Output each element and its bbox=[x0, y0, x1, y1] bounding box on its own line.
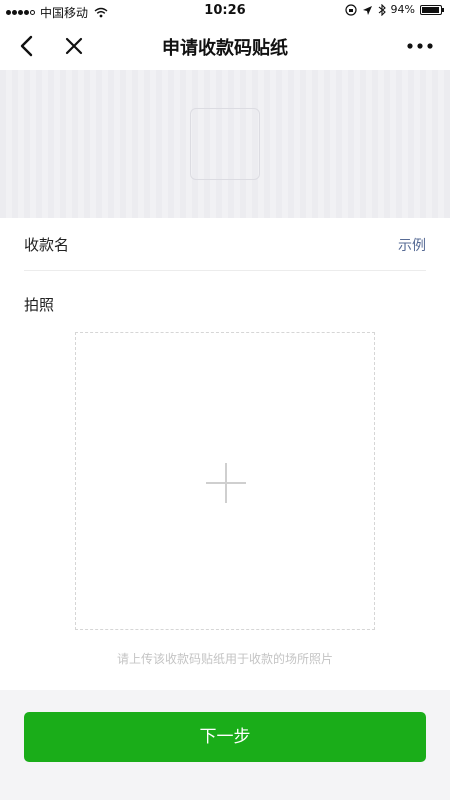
bottom-area bbox=[0, 762, 450, 800]
orientation-lock-icon bbox=[344, 4, 357, 16]
battery-percent: 94% bbox=[390, 3, 415, 16]
payee-name-row[interactable]: 收款名 示例 bbox=[24, 218, 426, 271]
payee-name-label: 收款名 bbox=[24, 236, 70, 254]
status-bar: 中国移动 10:26 94% bbox=[0, 0, 450, 22]
nav-bar: 申请收款码贴纸 bbox=[0, 22, 450, 70]
more-button[interactable] bbox=[404, 32, 436, 60]
form-card: 收款名 示例 拍照 请上传该收款码贴纸用于收款的场所照片 bbox=[0, 218, 450, 690]
sticker-preview-banner bbox=[0, 70, 450, 218]
next-step-button[interactable]: 下一步 bbox=[24, 712, 426, 762]
battery-icon bbox=[420, 5, 444, 15]
sticker-preview-frame bbox=[190, 108, 260, 180]
location-icon bbox=[362, 5, 372, 15]
screen: 中国移动 10:26 94% 申请收款码贴纸 收款名 示例 拍照 请上传该收款码… bbox=[0, 0, 450, 800]
example-link[interactable]: 示例 bbox=[398, 235, 426, 255]
bluetooth-icon bbox=[378, 4, 386, 16]
upload-hint: 请上传该收款码贴纸用于收款的场所照片 bbox=[116, 652, 333, 666]
status-right: 94% bbox=[340, 3, 444, 16]
photo-label: 拍照 bbox=[24, 296, 55, 314]
photo-upload-box[interactable] bbox=[75, 332, 375, 630]
more-icon bbox=[407, 43, 433, 49]
plus-icon bbox=[206, 463, 246, 503]
battery-level bbox=[422, 7, 439, 13]
page-title: 申请收款码贴纸 bbox=[162, 38, 288, 59]
